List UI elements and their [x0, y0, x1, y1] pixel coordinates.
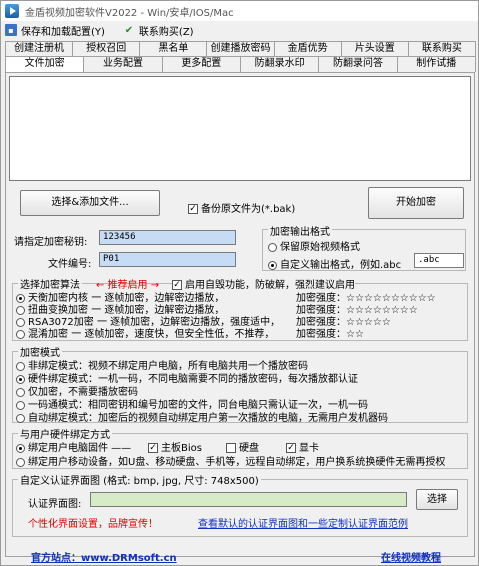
tab-file-encrypt[interactable]: 文件加密: [5, 56, 85, 72]
tab-trial[interactable]: 制作试播: [396, 56, 476, 72]
tab-recall[interactable]: 授权召回: [72, 41, 141, 57]
backup-checkbox[interactable]: ✓ 备份原文件为(*.bak): [188, 200, 295, 215]
tab-play-password[interactable]: 创建播放密码: [206, 41, 275, 57]
mode-radio-5: [16, 413, 25, 423]
menu-contact[interactable]: ✔ 联系购买(Z): [123, 23, 194, 38]
title-bar: 金盾视频加密软件V2022 - Win/安卓/IOS/Mac: [1, 1, 478, 21]
algo-option-4[interactable]: 混淆加密 一 逐帧加密，速度快，但安全性低，不推荐，: [16, 325, 274, 340]
official-site-link[interactable]: 官方站点：www.DRMsoft.cn: [31, 549, 177, 564]
algo-strength-4: 加密强度：☆☆: [296, 325, 364, 340]
bind-mobile-label: 绑定用户移动设备，如U盘、移动硬盘、手机等，远程自动绑定，用户换系统换硬件无需再…: [28, 457, 446, 468]
algo-desc-4: 一 逐帧加密，速度快，但安全性低，不推荐，: [71, 329, 275, 340]
tab-anti-record-qa[interactable]: 防翻录问答: [318, 56, 398, 72]
strength-label-4: 加密强度：: [296, 329, 346, 340]
tab-contact[interactable]: 联系购买: [407, 41, 476, 57]
backup-check-icon: ✓: [188, 204, 198, 214]
custom-format-label: 自定义输出格式，例如.abc: [280, 260, 402, 271]
window-title: 金盾视频加密软件V2022 - Win/安卓/IOS/Mac: [25, 7, 234, 19]
save-icon: ▪: [5, 24, 17, 36]
tab-row-1: 创建注册机 授权召回 黑名单 创建播放密码 金盾优势 片头设置 联系购买: [5, 41, 476, 57]
disk-checkbox[interactable]: 硬盘: [226, 439, 259, 454]
keep-format-label: 保留原始视频格式: [280, 242, 360, 253]
app-logo-icon: [5, 4, 19, 18]
choose-image-button[interactable]: 选择: [416, 489, 458, 510]
view-examples-link[interactable]: 查看默认的认证界面图和一些定制认证界面范例: [198, 515, 408, 530]
output-format-title: 加密输出格式: [268, 223, 332, 238]
select-add-files-button[interactable]: 选择&添加文件...: [20, 190, 160, 216]
mode-label-5: 自动绑定模式：加密后的视频自动绑定用户第一次播放的电脑，无需用户发机器码: [28, 413, 388, 424]
tab-advantages[interactable]: 金盾优势: [273, 41, 342, 57]
tab-business-config[interactable]: 业务配置: [83, 56, 163, 72]
auth-ui-title: 自定义认证界面图 (格式: bmp, jpg, 尺寸: 748x500): [18, 472, 261, 487]
tab-intro-settings[interactable]: 片头设置: [340, 41, 409, 57]
tab-create-keygen[interactable]: 创建注册机: [5, 41, 74, 57]
bind-pc-radio-dot: [16, 443, 25, 453]
bind-mobile-radio[interactable]: 绑定用户移动设备，如U盘、移动硬盘、手机等，远程自动绑定，用户换系统换硬件无需再…: [16, 453, 445, 468]
tab-more-config[interactable]: 更多配置: [161, 56, 241, 72]
password-input[interactable]: 123456: [99, 230, 236, 245]
mainboard-checkbox[interactable]: ✓ 主板Bios: [148, 439, 202, 454]
file-number-label: 文件编号:: [48, 259, 92, 270]
algo-name-4: 混淆加密: [28, 329, 68, 340]
custom-format-radio[interactable]: 自定义输出格式，例如.abc: [268, 256, 401, 271]
keep-format-radio[interactable]: 保留原始视频格式: [268, 238, 360, 253]
checkmark-icon: ✔: [124, 24, 134, 36]
start-encrypt-button[interactable]: 开始加密: [368, 187, 464, 219]
tab-row-2: 文件加密 业务配置 更多配置 防翻录水印 防翻录问答 制作试播: [5, 56, 476, 72]
file-number-input[interactable]: P01: [99, 252, 236, 267]
password-label: 请指定加密秘钥:: [14, 237, 88, 248]
menu-save-load[interactable]: ▪ 保存和加载配置(Y): [5, 23, 105, 38]
menu-save-load-label: 保存和加载配置(Y): [21, 26, 105, 38]
gpu-check-icon: ✓: [286, 443, 296, 453]
bind-pc-radio[interactable]: 绑定用户电脑固件 ——: [16, 439, 131, 454]
auth-ui-label: 认证界面图:: [28, 499, 82, 510]
algo-radio-4: [16, 329, 25, 339]
disk-check-icon: [226, 443, 236, 453]
app-window: 金盾视频加密软件V2022 - Win/安卓/IOS/Mac ▪ 保存和加载配置…: [0, 0, 479, 566]
tab-blacklist[interactable]: 黑名单: [139, 41, 208, 57]
backup-label: 备份原文件为(*.bak): [201, 204, 296, 215]
menu-bar: ▪ 保存和加载配置(Y) ✔ 联系购买(Z): [1, 21, 478, 39]
gpu-checkbox[interactable]: ✓ 显卡: [286, 439, 319, 454]
mainboard-check-icon: ✓: [148, 443, 158, 453]
file-encrypt-panel: 选择&添加文件... ✓ 备份原文件为(*.bak) 开始加密 请指定加密秘钥: …: [5, 72, 475, 557]
custom-format-radio-dot: [268, 260, 277, 270]
bind-mobile-radio-dot: [16, 457, 25, 467]
tab-watermark[interactable]: 防翻录水印: [239, 56, 320, 72]
file-list[interactable]: [9, 76, 471, 181]
status-bar: 官方站点：www.DRMsoft.cn 在线视频教程: [1, 541, 478, 565]
stars-4: ☆☆: [346, 329, 364, 340]
personalize-text: 个性化界面设置，品牌宣传！: [28, 519, 158, 530]
menu-contact-label: 联系购买(Z): [138, 26, 194, 38]
keep-format-radio-dot: [268, 242, 277, 252]
video-tutorial-link[interactable]: 在线视频教程: [381, 549, 441, 564]
auth-ui-input[interactable]: [90, 492, 407, 507]
custom-format-input[interactable]: .abc: [414, 253, 464, 268]
mode-option-5[interactable]: 自动绑定模式：加密后的视频自动绑定用户第一次播放的电脑，无需用户发机器码: [16, 409, 388, 424]
